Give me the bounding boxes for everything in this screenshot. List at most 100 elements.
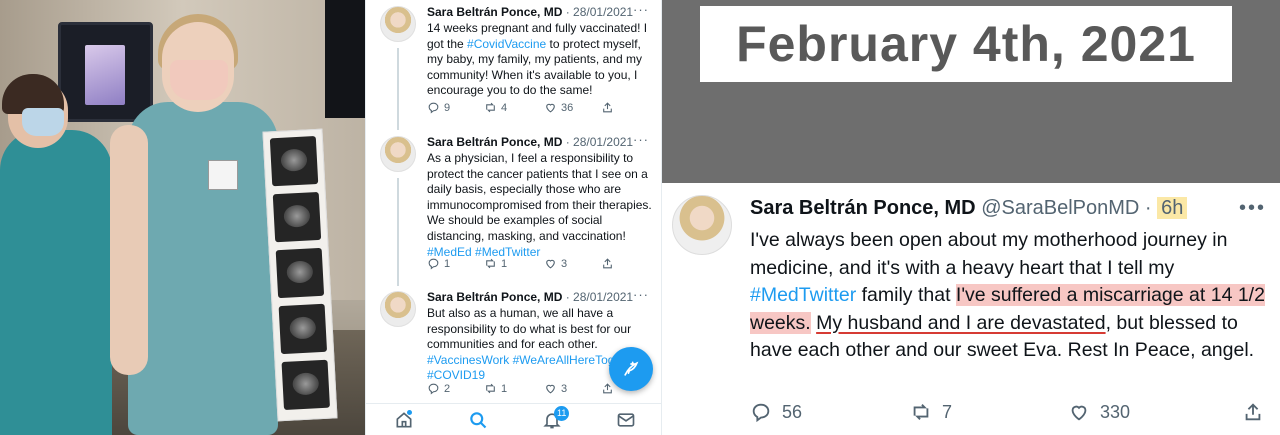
tweet-date[interactable]: · 28/01/2021 <box>566 135 633 149</box>
like-button[interactable]: 36 <box>544 101 573 114</box>
announcement-panel: February 4th, 2021 Sara Beltrán Ponce, M… <box>662 0 1280 435</box>
tweet-header: Sara Beltrán Ponce, MD · 28/01/2021 <box>427 5 655 19</box>
tweet-actions: 56 7 330 <box>750 401 1270 429</box>
heart-icon <box>546 259 555 269</box>
author-name[interactable]: Sara Beltrán Ponce, MD <box>427 135 562 149</box>
author-name[interactable]: Sara Beltrán Ponce, MD <box>427 5 562 19</box>
retweet-count: 4 <box>501 101 508 114</box>
share-icon <box>603 102 612 113</box>
tweet-actions: 1 1 3 <box>427 257 657 273</box>
retweet-count: 7 <box>942 401 953 422</box>
retweet-button[interactable]: 1 <box>484 382 507 395</box>
heart-icon <box>546 384 555 394</box>
tweet-time[interactable]: 6h <box>1157 197 1188 219</box>
like-button[interactable]: 3 <box>544 257 567 270</box>
doctor-mask <box>170 60 228 100</box>
like-count: 36 <box>561 101 574 114</box>
retweet-count: 1 <box>501 382 508 395</box>
tab-notifications[interactable]: 11 <box>542 406 570 432</box>
tweet-actions: 9 4 36 <box>427 101 657 117</box>
date-banner: February 4th, 2021 <box>700 6 1232 82</box>
author-name[interactable]: Sara Beltrán Ponce, MD <box>427 290 562 304</box>
tweet-text: As a physician, I feel a responsibility … <box>427 151 655 260</box>
retweet-icon <box>486 258 495 269</box>
tweet-text: 14 weeks pregnant and fully vaccinated! … <box>427 21 655 99</box>
retweet-button[interactable]: 7 <box>910 401 952 423</box>
tweet-date[interactable]: · 28/01/2021 <box>566 5 633 19</box>
compose-tweet-icon <box>624 361 639 376</box>
reply-button[interactable]: 9 <box>427 101 450 114</box>
share-button[interactable] <box>601 382 614 395</box>
ultrasound-frame <box>278 303 328 355</box>
tweet-header: Sara Beltrán Ponce, MD @SaraBelPonMD · 6… <box>750 197 1188 220</box>
share-button[interactable] <box>601 101 614 114</box>
new-content-dot <box>407 410 412 415</box>
reply-button[interactable]: 1 <box>427 257 450 270</box>
avatar[interactable] <box>380 6 416 42</box>
hashtag[interactable]: #VaccinesWork #WeAreAllHereTog <box>427 353 614 367</box>
date-banner-text: February 4th, 2021 <box>736 16 1196 72</box>
share-icon <box>603 383 612 394</box>
more-options-icon[interactable]: ··· <box>633 287 649 302</box>
featured-tweet[interactable]: Sara Beltrán Ponce, MD @SaraBelPonMD · 6… <box>662 183 1280 435</box>
ultrasound-frame <box>275 247 325 299</box>
tab-messages[interactable] <box>616 410 638 432</box>
tweet-text-part: I've always been open about my motherhoo… <box>750 229 1228 279</box>
retweet-button[interactable]: 1 <box>484 257 507 270</box>
share-icon <box>1245 403 1261 421</box>
reply-icon <box>428 383 439 395</box>
avatar[interactable] <box>380 291 416 327</box>
author-handle[interactable]: @SaraBelPonMD <box>981 197 1139 219</box>
reply-button[interactable]: 56 <box>750 401 802 423</box>
hashtag[interactable]: #COVID19 <box>427 368 485 382</box>
twitter-feed[interactable]: Sara Beltrán Ponce, MD · 28/01/2021 ··· … <box>365 0 662 435</box>
more-options-icon[interactable]: ••• <box>1239 197 1266 220</box>
doctor-scrubs <box>128 102 278 435</box>
notification-count-badge: 11 <box>554 406 570 421</box>
like-button[interactable]: 3 <box>544 382 567 395</box>
id-badge <box>208 160 238 190</box>
reply-count: 9 <box>444 101 451 114</box>
reply-button[interactable]: 2 <box>427 382 450 395</box>
tv-screen <box>325 0 365 118</box>
hashtag[interactable]: #CovidVaccine <box>467 37 546 51</box>
tweet[interactable]: Sara Beltrán Ponce, MD · 28/01/2021 ··· … <box>366 130 661 285</box>
tweet-date[interactable]: · 28/01/2021 <box>566 290 633 304</box>
tweet-header: Sara Beltrán Ponce, MD · 28/01/2021 <box>427 290 655 304</box>
retweet-count: 1 <box>501 257 508 270</box>
nurse-mask <box>22 108 64 136</box>
author-name[interactable]: Sara Beltrán Ponce, MD <box>750 197 976 219</box>
header-separator: · <box>1139 197 1158 219</box>
reply-icon <box>428 102 439 114</box>
more-options-icon[interactable]: ··· <box>633 132 649 147</box>
like-count: 330 <box>1100 401 1131 422</box>
bottom-tab-bar: 11 <box>366 403 661 435</box>
nurse-scrubs <box>0 130 112 435</box>
doctor-figure <box>110 10 290 435</box>
more-options-icon[interactable]: ··· <box>633 2 649 17</box>
share-button[interactable] <box>1242 401 1264 423</box>
retweet-button[interactable]: 4 <box>484 101 507 114</box>
ultrasound-frame <box>272 191 322 243</box>
tweet[interactable]: Sara Beltrán Ponce, MD · 28/01/2021 ··· … <box>366 0 661 130</box>
avatar[interactable] <box>672 195 732 255</box>
tweet-text: I've always been open about my motherhoo… <box>750 227 1270 365</box>
tweet-text-part: But also as a human, we all have a respo… <box>427 306 632 352</box>
share-icon <box>603 258 612 269</box>
reply-count: 2 <box>444 382 451 395</box>
search-icon <box>470 412 487 429</box>
tab-search[interactable] <box>468 410 490 432</box>
nurse-figure <box>0 74 115 435</box>
retweet-icon <box>486 383 495 394</box>
mail-icon <box>617 413 635 427</box>
tab-home[interactable] <box>394 410 416 432</box>
avatar[interactable] <box>380 136 416 172</box>
ultrasound-frame <box>281 359 330 411</box>
reply-icon <box>752 403 770 423</box>
underlined-text: My husband and I are devastated <box>816 311 1106 334</box>
share-button[interactable] <box>601 257 614 270</box>
like-button[interactable]: 330 <box>1068 401 1130 423</box>
like-count: 3 <box>561 382 568 395</box>
hashtag[interactable]: #MedTwitter <box>750 284 856 306</box>
compose-tweet-button[interactable] <box>609 347 653 391</box>
